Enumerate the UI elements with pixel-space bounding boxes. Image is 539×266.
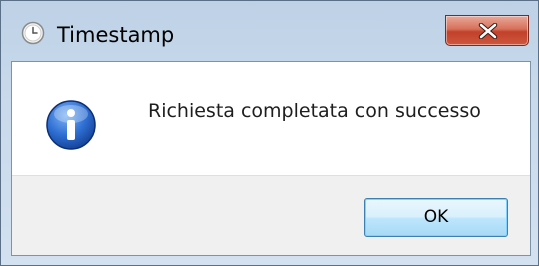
title-bar[interactable]: Timestamp — [1, 1, 538, 61]
button-bar: OK — [12, 175, 530, 255]
message-text: Richiesta completata con successo — [148, 100, 481, 122]
clock-icon — [21, 21, 45, 45]
close-icon — [478, 23, 498, 39]
ok-button[interactable]: OK — [364, 198, 508, 237]
close-button[interactable] — [445, 15, 529, 46]
dialog-window: Timestamp Richiesta completata con succe… — [0, 0, 539, 266]
window-title: Timestamp — [57, 23, 175, 47]
message-area: Richiesta completata con successo — [12, 62, 530, 175]
info-icon — [46, 100, 96, 150]
dialog-client-area: Richiesta completata con successo OK — [11, 61, 531, 256]
